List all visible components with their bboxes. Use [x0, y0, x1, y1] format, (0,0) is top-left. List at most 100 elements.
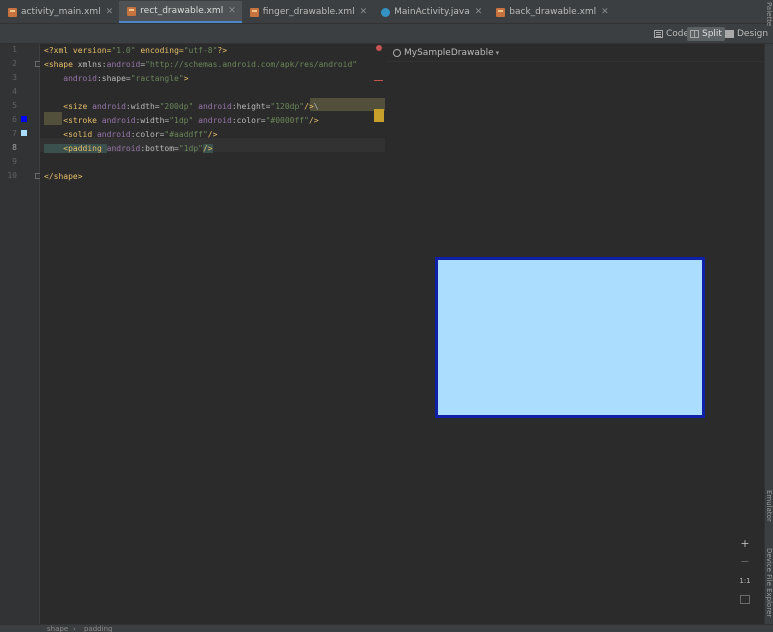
- tab-label: finger_drawable.xml: [262, 7, 355, 17]
- preview-header: MySampleDrawable ▾: [386, 44, 773, 62]
- breadcrumb-separator: ›: [73, 625, 76, 632]
- token: android: [92, 102, 126, 111]
- token: "120dp": [270, 102, 305, 111]
- token: "1dp": [178, 144, 203, 153]
- token: </shape>: [44, 172, 83, 181]
- chevron-down-icon[interactable]: ▾: [496, 49, 500, 57]
- token: :width=: [125, 102, 160, 111]
- line-number: 2: [12, 59, 17, 68]
- warning-stripe-mark[interactable]: [374, 109, 384, 122]
- zoom-to-fit-icon: [740, 594, 750, 604]
- code-line-10: </shape>: [44, 170, 83, 184]
- token: :color=: [231, 116, 266, 125]
- zoom-out-button[interactable]: −: [735, 554, 755, 570]
- code-line-7: <solid android:color="#aaddff"/>: [44, 128, 217, 142]
- token: "#aaddff": [164, 130, 208, 139]
- token: <?xml version=: [44, 46, 112, 55]
- code-line-5: <size android:width="200dp" android:heig…: [44, 100, 318, 114]
- close-icon[interactable]: ✕: [228, 6, 236, 16]
- device-file-explorer-button[interactable]: Device File Explorer: [765, 548, 773, 617]
- editor-tab-bar: activity_main.xml ✕ rect_drawable.xml ✕ …: [0, 0, 773, 24]
- java-class-icon: [381, 7, 391, 17]
- tab-label: MainActivity.java: [394, 7, 470, 17]
- token: "ractangle": [130, 74, 184, 83]
- tab-rect-drawable[interactable]: rect_drawable.xml ✕: [119, 1, 242, 23]
- code-view-button[interactable]: Code: [651, 27, 692, 41]
- tab-back-drawable[interactable]: back_drawable.xml ✕: [488, 1, 614, 23]
- token: :color=: [130, 130, 165, 139]
- token: "http://schemas.android.com/apk/res/andr…: [145, 60, 358, 69]
- preview-theme-icon: [393, 48, 401, 57]
- close-icon[interactable]: ✕: [106, 7, 114, 17]
- token: <stroke: [44, 116, 102, 125]
- token: :width=: [135, 116, 170, 125]
- tab-activity-main[interactable]: activity_main.xml ✕: [0, 1, 119, 23]
- token: android: [101, 116, 136, 125]
- design-view-button[interactable]: Design: [722, 27, 771, 41]
- tab-label: rect_drawable.xml: [140, 6, 224, 16]
- zoom-in-button[interactable]: +: [735, 536, 755, 552]
- code-line-8: <padding android:bottom="1dp"/>: [44, 142, 213, 156]
- actual-size-button[interactable]: 1:1: [735, 573, 755, 589]
- tab-finger-drawable[interactable]: finger_drawable.xml ✕: [242, 1, 373, 23]
- token: android: [96, 130, 131, 139]
- token: android: [106, 60, 141, 69]
- code-view-icon: [654, 30, 663, 38]
- emulator-tool-button[interactable]: Emulator: [765, 490, 773, 522]
- drawable-preview: [435, 257, 705, 418]
- token: android: [106, 144, 141, 153]
- view-mode-toolbar: Code Split Design: [0, 24, 773, 44]
- token: >: [183, 74, 189, 83]
- zoom-controls: + − 1:1: [735, 536, 755, 612]
- design-view-label: Design: [737, 29, 769, 39]
- breadcrumb: shape › padding: [0, 624, 773, 632]
- line-number: 5: [12, 101, 17, 110]
- token: <solid: [44, 130, 97, 139]
- token: />: [202, 144, 213, 153]
- code-editor[interactable]: <?xml version="1.0" encoding="utf-8"?> <…: [40, 44, 385, 624]
- tab-main-activity[interactable]: MainActivity.java ✕: [373, 1, 488, 23]
- xml-file-icon: [127, 6, 137, 16]
- token: />: [304, 102, 314, 111]
- line-number: 9: [12, 157, 17, 166]
- token: <size: [44, 102, 93, 111]
- line-number: 1: [12, 45, 17, 54]
- close-icon[interactable]: ✕: [360, 7, 368, 17]
- token: encoding=: [135, 46, 184, 55]
- xml-file-icon: [496, 7, 506, 17]
- line-number: 3: [12, 73, 17, 82]
- error-stripe-mark[interactable]: [374, 80, 383, 81]
- tab-label: activity_main.xml: [21, 7, 101, 17]
- token: android: [193, 102, 232, 111]
- token: android: [193, 116, 232, 125]
- code-line-6: <stroke android:width="1dp" android:colo…: [44, 114, 318, 128]
- token: xmlns:: [77, 60, 107, 69]
- token: :bottom=: [140, 144, 179, 153]
- breadcrumb-item-shape[interactable]: shape: [47, 625, 68, 632]
- token: <padding: [44, 144, 107, 153]
- error-indicator-icon[interactable]: [376, 45, 382, 51]
- split-view-button[interactable]: Split: [687, 27, 725, 41]
- design-view-icon: [725, 30, 734, 38]
- close-icon[interactable]: ✕: [475, 7, 483, 17]
- zoom-to-fit-button[interactable]: [735, 591, 755, 607]
- split-view-icon: [690, 30, 699, 38]
- code-line-1: <?xml version="1.0" encoding="utf-8"?>: [44, 44, 227, 58]
- token: "#0000ff": [265, 116, 309, 125]
- breadcrumb-item-padding[interactable]: padding: [84, 625, 112, 632]
- palette-tool-button[interactable]: Palette: [765, 2, 773, 26]
- right-tool-strip: [764, 44, 773, 624]
- line-number: 7: [12, 129, 17, 138]
- line-number: 4: [12, 87, 17, 96]
- token: "200dp": [159, 102, 194, 111]
- color-swatch-solid-icon[interactable]: [21, 130, 27, 136]
- color-swatch-stroke-icon[interactable]: [21, 116, 27, 122]
- preview-title-dropdown[interactable]: MySampleDrawable: [404, 48, 494, 58]
- tab-label: back_drawable.xml: [509, 7, 597, 17]
- token: "1dp": [169, 116, 194, 125]
- split-view-label: Split: [702, 29, 722, 39]
- close-icon[interactable]: ✕: [601, 7, 609, 17]
- token: <shape: [44, 60, 78, 69]
- token: ?>: [217, 46, 228, 55]
- token: :height=: [231, 102, 271, 111]
